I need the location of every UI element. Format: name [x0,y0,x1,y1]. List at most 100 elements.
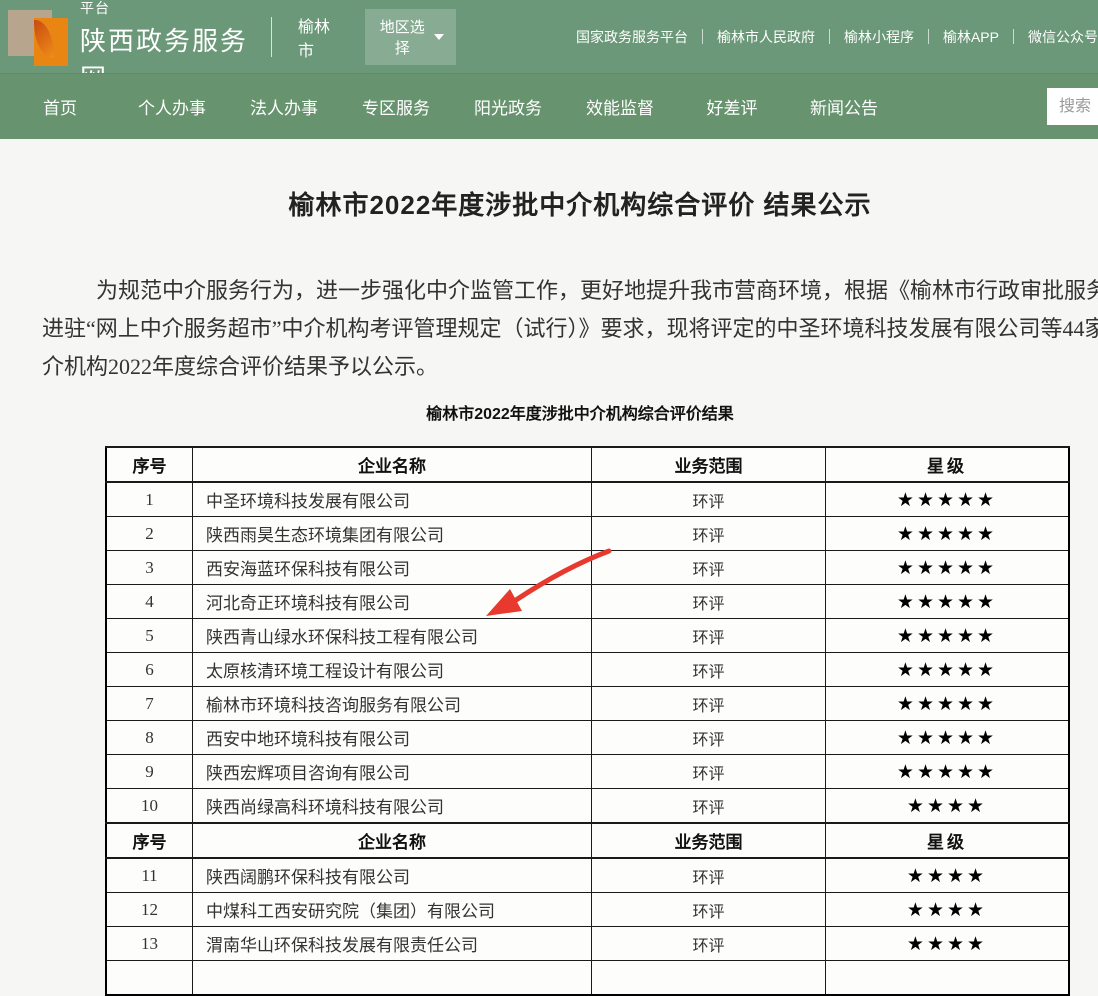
announcement-paragraph: 为规范中介服务行为，进一步强化中介监管工作，更好地提升我市营商环境，根据《榆林市… [0,272,1098,386]
link-separator [1013,29,1014,44]
column-header: 星级 [826,447,1070,482]
nav-item[interactable]: 专区服务 [340,94,452,119]
business-scope-cell: 环评 [592,789,826,824]
company-name-cell: 西安海蓝环保科技有限公司 [193,551,592,585]
business-scope-cell: 环评 [592,721,826,755]
link-separator [829,29,830,44]
company-name-cell: 陕西尚绿高科环境科技有限公司 [193,789,592,824]
row-number-cell: 8 [106,721,193,755]
announcement-article: 榆林市2022年度涉批中介机构综合评价 结果公示 为规范中介服务行为，进一步强化… [0,185,1098,996]
site-logo-icon [8,8,66,66]
table-row: 11陕西阔鹏环保科技有限公司环评★★★★ [106,858,1069,893]
row-number-cell: 4 [106,585,193,619]
empty-cell [826,961,1070,996]
platform-tagline: 全国一体化在线政务服务平台 [80,0,249,18]
nav-item[interactable]: 好差评 [676,94,788,119]
nav-item[interactable]: 首页 [4,94,116,119]
link-separator [702,29,703,44]
company-name-cell: 西安中地环境科技有限公司 [193,721,592,755]
business-scope-cell: 环评 [592,858,826,893]
business-scope-cell: 环评 [592,517,826,551]
table-row [106,961,1069,996]
header-link[interactable]: 榆林市人民政府 [717,27,815,47]
header-link[interactable]: 国家政务服务平台 [576,27,688,47]
business-scope-cell: 环评 [592,653,826,687]
star-rating-cell: ★★★★★ [826,687,1070,721]
company-name-cell: 陕西阔鹏环保科技有限公司 [193,858,592,893]
empty-cell [592,961,826,996]
header-link[interactable]: 榆林小程序 [844,27,914,47]
header-link[interactable]: 微信公众号 [1028,27,1098,47]
empty-cell [193,961,592,996]
row-number-cell: 1 [106,482,193,517]
row-number-cell: 10 [106,789,193,824]
column-header: 业务范围 [592,447,826,482]
evaluation-results-table: 序号企业名称业务范围星级1中圣环境科技发展有限公司环评★★★★★2陕西雨昊生态环… [105,446,1070,996]
column-header: 业务范围 [592,823,826,858]
nav-items: 首页个人办事法人办事专区服务阳光政务效能监督好差评新闻公告 [4,94,900,119]
row-number-cell: 6 [106,653,193,687]
business-scope-cell: 环评 [592,619,826,653]
top-header: 全国一体化在线政务服务平台 陕西政务服务网 榆林市 地区选择 国家政务服务平台榆… [0,0,1098,73]
nav-item[interactable]: 效能监督 [564,94,676,119]
company-name-cell: 河北奇正环境科技有限公司 [193,585,592,619]
table-row: 9陕西宏辉项目咨询有限公司环评★★★★★ [106,755,1069,789]
table-row: 3西安海蓝环保科技有限公司环评★★★★★ [106,551,1069,585]
region-selector-button[interactable]: 地区选择 [365,9,455,65]
link-separator [928,29,929,44]
current-city-label[interactable]: 榆林市 [298,13,339,61]
star-rating-cell: ★★★★★ [826,585,1070,619]
paragraph-line: 介机构2022年度综合评价结果予以公示。 [42,348,1098,386]
star-rating-cell: ★★★★★ [826,619,1070,653]
row-number-cell: 12 [106,893,193,927]
chevron-down-icon [434,34,444,40]
table-row: 6太原核清环境工程设计有限公司环评★★★★★ [106,653,1069,687]
company-name-cell: 中圣环境科技发展有限公司 [193,482,592,517]
table-caption: 榆林市2022年度涉批中介机构综合评价结果 [0,400,1098,424]
company-name-cell: 中煤科工西安研究院（集团）有限公司 [193,893,592,927]
search-input[interactable] [1047,88,1098,125]
business-scope-cell: 环评 [592,893,826,927]
table-row: 7榆林市环境科技咨询服务有限公司环评★★★★★ [106,687,1069,721]
star-rating-cell: ★★★★ [826,927,1070,961]
row-number-cell: 7 [106,687,193,721]
nav-item[interactable]: 个人办事 [116,94,228,119]
business-scope-cell: 环评 [592,482,826,517]
star-rating-cell: ★★★★★ [826,517,1070,551]
table-row: 4河北奇正环境科技有限公司环评★★★★★ [106,585,1069,619]
star-rating-cell: ★★★★ [826,858,1070,893]
star-rating-cell: ★★★★★ [826,482,1070,517]
row-number-cell: 13 [106,927,193,961]
column-header: 序号 [106,447,193,482]
company-name-cell: 陕西雨昊生态环境集团有限公司 [193,517,592,551]
business-scope-cell: 环评 [592,927,826,961]
nav-item[interactable]: 阳光政务 [452,94,564,119]
star-rating-cell: ★★★★★ [826,755,1070,789]
business-scope-cell: 环评 [592,687,826,721]
company-name-cell: 太原核清环境工程设计有限公司 [193,653,592,687]
row-number-cell: 9 [106,755,193,789]
column-header: 企业名称 [193,823,592,858]
page-title: 榆林市2022年度涉批中介机构综合评价 结果公示 [0,185,1098,222]
row-number-cell: 11 [106,858,193,893]
page: 全国一体化在线政务服务平台 陕西政务服务网 榆林市 地区选择 国家政务服务平台榆… [0,0,1098,996]
table-header-row: 序号企业名称业务范围星级 [106,823,1069,858]
star-rating-cell: ★★★★★ [826,721,1070,755]
nav-item[interactable]: 新闻公告 [788,94,900,119]
row-number-cell: 2 [106,517,193,551]
company-name-cell: 榆林市环境科技咨询服务有限公司 [193,687,592,721]
business-scope-cell: 环评 [592,585,826,619]
table-row: 2陕西雨昊生态环境集团有限公司环评★★★★★ [106,517,1069,551]
column-header: 星级 [826,823,1070,858]
table-row: 5陕西青山绿水环保科技工程有限公司环评★★★★★ [106,619,1069,653]
business-scope-cell: 环评 [592,755,826,789]
table-row: 12中煤科工西安研究院（集团）有限公司环评★★★★ [106,893,1069,927]
brand-divider [271,17,272,57]
header-link[interactable]: 榆林APP [943,27,999,47]
table-row: 1中圣环境科技发展有限公司环评★★★★★ [106,482,1069,517]
company-name-cell: 陕西青山绿水环保科技工程有限公司 [193,619,592,653]
row-number-cell: 3 [106,551,193,585]
nav-item[interactable]: 法人办事 [228,94,340,119]
star-rating-cell: ★★★★★ [826,653,1070,687]
table-header-row: 序号企业名称业务范围星级 [106,447,1069,482]
